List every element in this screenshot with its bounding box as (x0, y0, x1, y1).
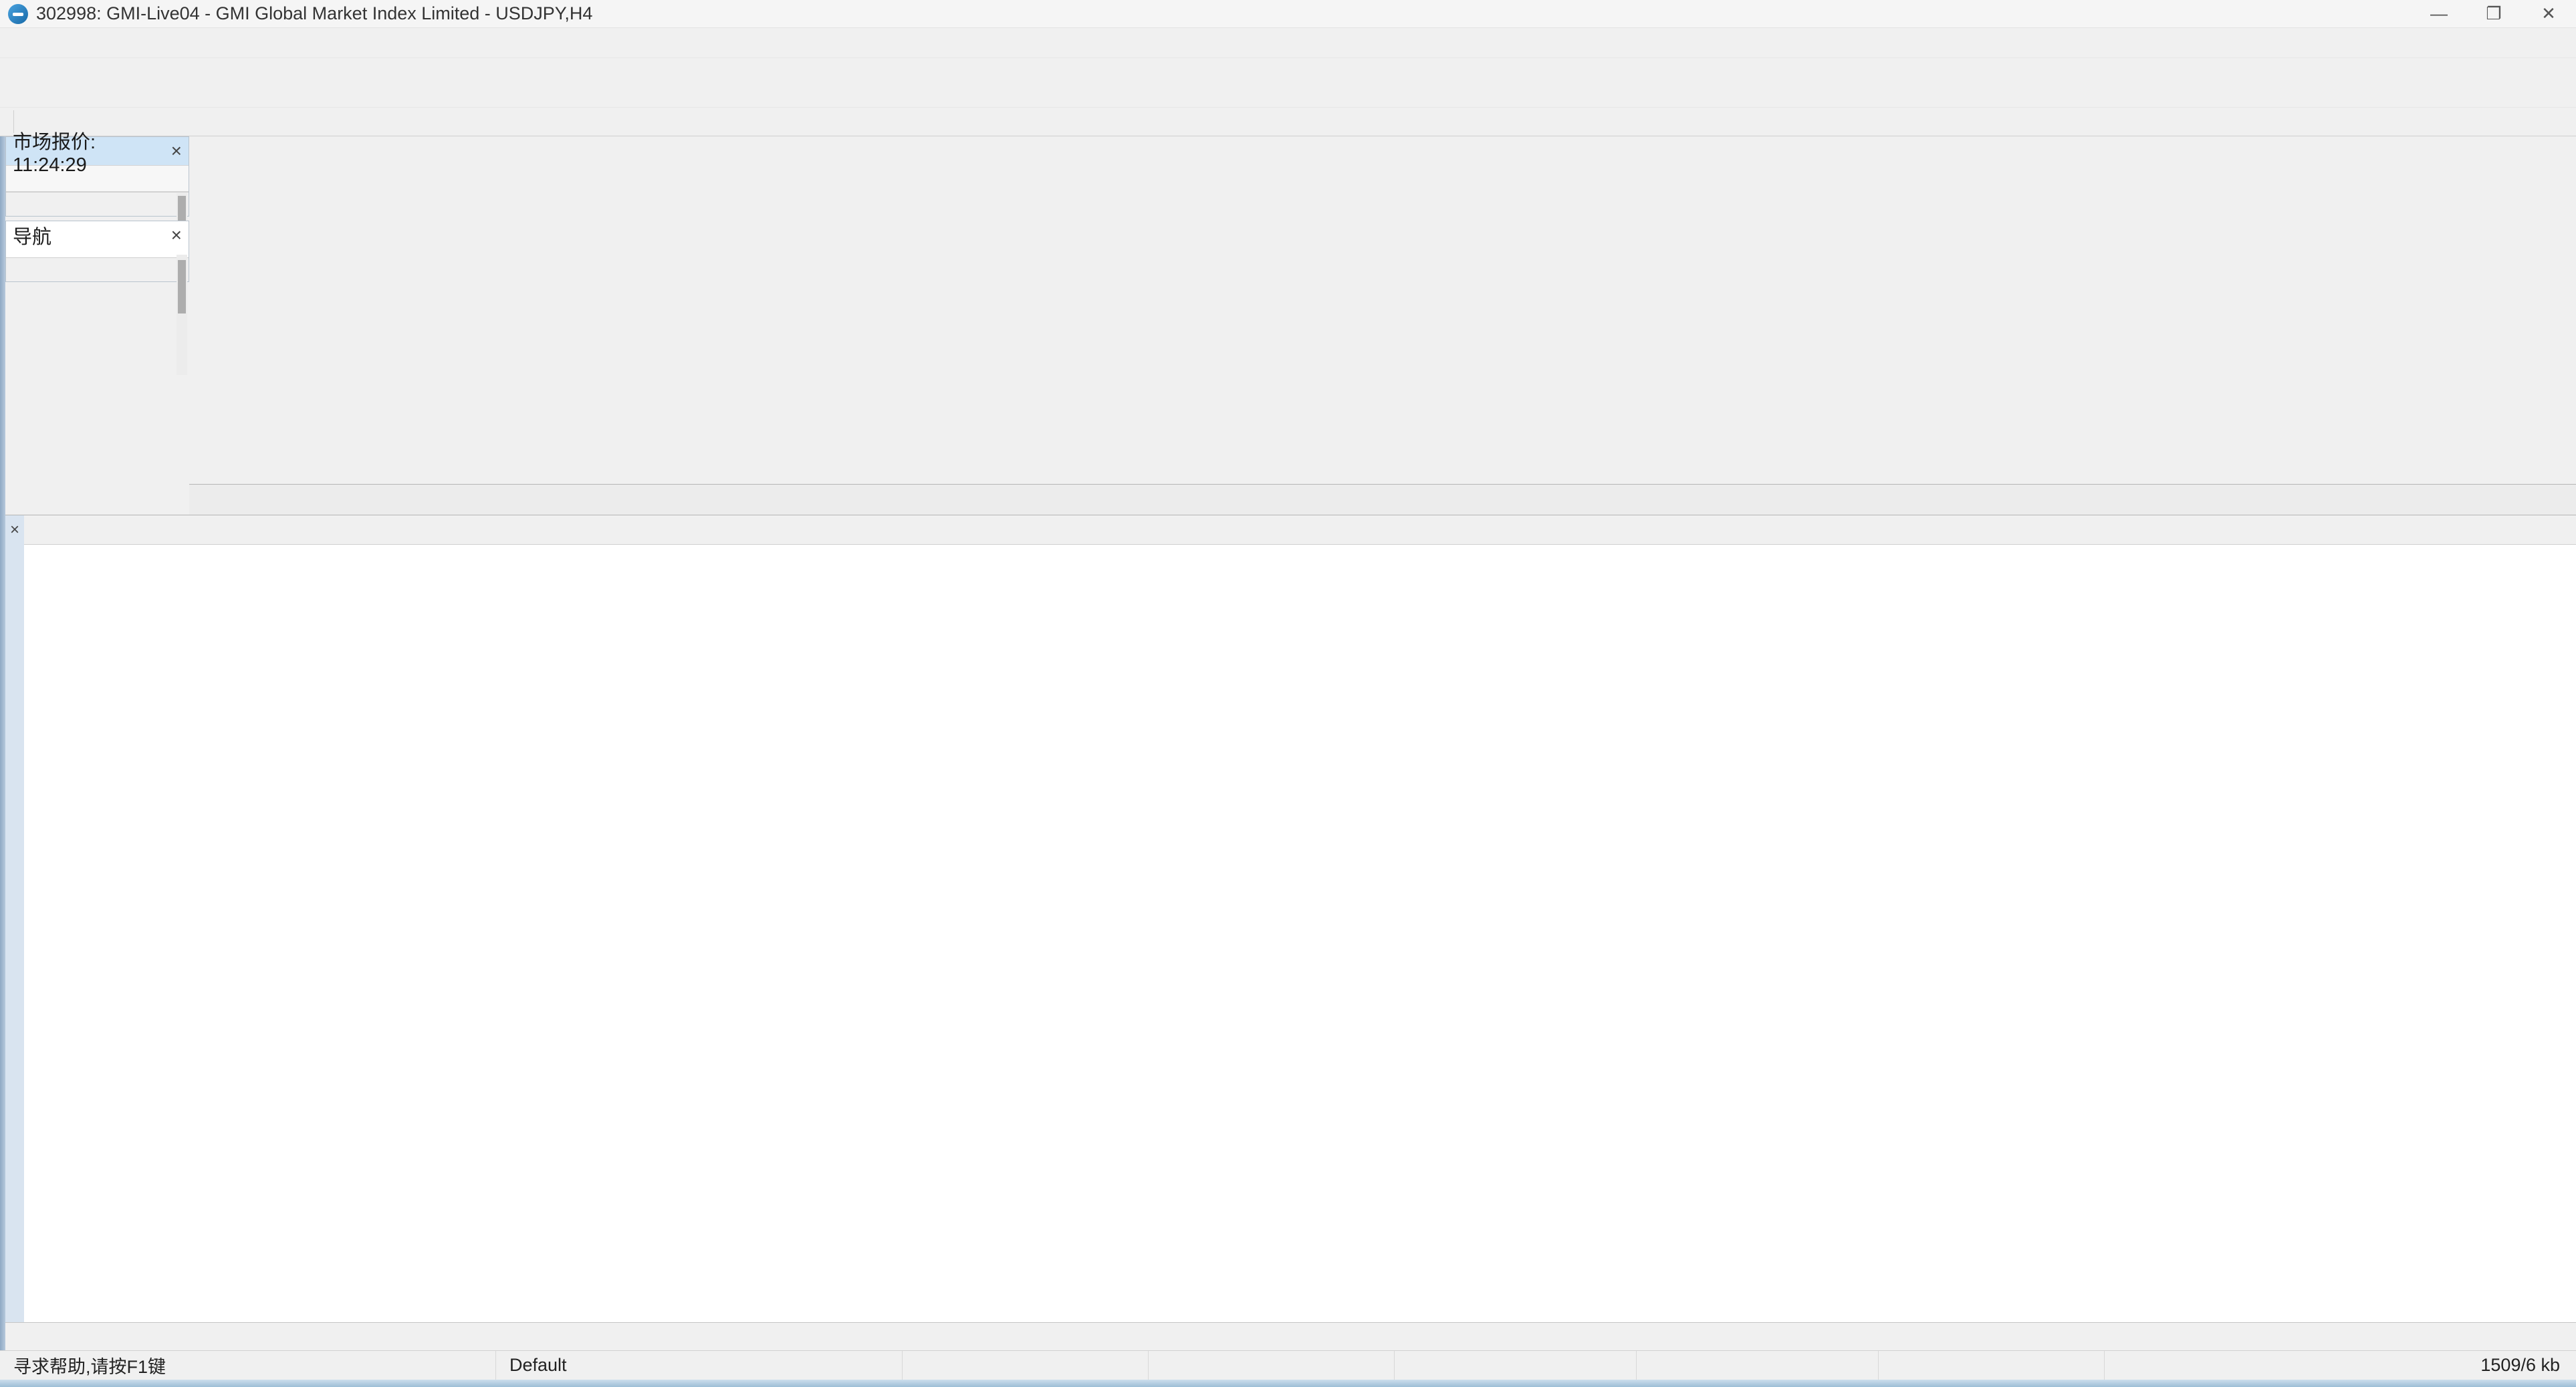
market-watch-panel: 市场报价: 11:24:29 × (5, 132, 189, 323)
toolbar-line-studies (0, 107, 2576, 136)
toolbar-standard (0, 57, 2576, 107)
status-bar: 寻求帮助,请按F1键 Default 1509/6 kb (0, 1350, 2576, 1380)
terminal-bottom-tabs (5, 1322, 2576, 1350)
status-segment (1395, 1351, 1637, 1380)
window-minimize-button[interactable]: — (2412, 0, 2466, 28)
window-close-button[interactable]: ✕ (2521, 0, 2576, 28)
status-segment (1879, 1351, 2105, 1380)
status-traffic-text: 1509/6 kb (2480, 1355, 2560, 1375)
window-title: 302998: GMI-Live04 - GMI Global Market I… (36, 3, 593, 23)
window-bottom-edge (0, 1380, 2576, 1387)
mt4-window: 302998: GMI-Live04 - GMI Global Market I… (0, 0, 2576, 1387)
status-traffic: 1509/6 kb (2105, 1351, 2576, 1380)
status-profile[interactable]: Default (496, 1351, 903, 1380)
terminal-panel: × (5, 515, 2576, 1322)
sidebar: 市场报价: 11:24:29 × 导航 × (5, 132, 189, 515)
navigator-title-text: 导航 (13, 227, 52, 248)
window-restore-button[interactable]: ❐ (2466, 0, 2521, 28)
status-segment (1149, 1351, 1395, 1380)
terminal-left-strip: × (5, 515, 24, 1322)
market-watch-title[interactable]: 市场报价: 11:24:29 × (6, 132, 189, 176)
navigator-tabs (6, 257, 189, 281)
navigator-panel: 导航 × (5, 221, 189, 375)
status-help-text: 寻求帮助,请按F1键 (0, 1351, 496, 1380)
app-icon (8, 3, 28, 24)
navigator-close-icon[interactable]: × (171, 225, 182, 246)
window-titlebar[interactable]: 302998: GMI-Live04 - GMI Global Market I… (0, 0, 2576, 28)
chart-window-tabs (189, 484, 2576, 515)
market-watch-tabs (6, 192, 189, 216)
terminal-close-icon[interactable]: × (10, 521, 19, 539)
navigator-title[interactable]: 导航 × (6, 221, 189, 249)
menu-bar (0, 28, 2576, 57)
status-segment (903, 1351, 1149, 1380)
history-table-header (24, 515, 2576, 545)
market-watch-title-text: 市场报价: 11:24:29 (13, 131, 96, 176)
window-left-edge (0, 136, 5, 1380)
navigator-scrollbar[interactable] (177, 255, 187, 375)
status-segment (1637, 1351, 1879, 1380)
market-watch-close-icon[interactable]: × (171, 140, 182, 162)
